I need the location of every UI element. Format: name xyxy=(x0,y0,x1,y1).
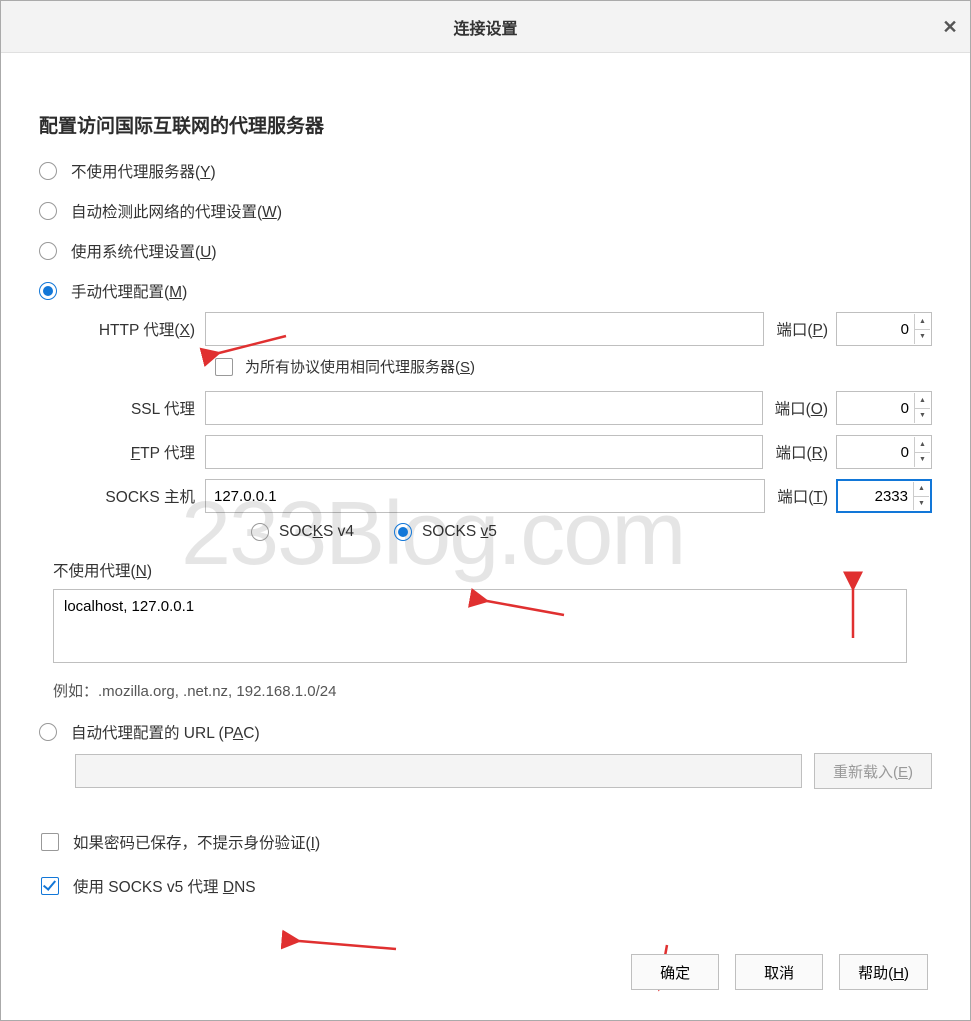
help-button[interactable]: 帮助(H) xyxy=(839,954,928,990)
connection-settings-dialog: 连接设置 ✕ 233Blog.com 配置访问国际互联网的代理服务器 不使用代理… xyxy=(0,0,971,1021)
radio-icon[interactable] xyxy=(39,723,57,741)
socks-version-row: SOCKS v4 SOCKS v5 xyxy=(251,523,932,541)
dialog-buttons: 确定 取消 帮助(H) xyxy=(631,954,928,990)
pac-url-row: 重新载入(E) xyxy=(75,753,932,789)
ftp-port-label: 端口(R) xyxy=(775,441,828,463)
http-proxy-label: HTTP 代理(X) xyxy=(75,318,205,340)
http-proxy-input[interactable] xyxy=(205,312,764,346)
ssl-port-label: 端口(O) xyxy=(775,397,828,419)
http-port-label: 端口(P) xyxy=(776,318,828,340)
radio-icon[interactable] xyxy=(251,523,269,541)
manual-fields: HTTP 代理(X) 端口(P) ▲▼ 为所有协议使用相同代理服务器(S) SS xyxy=(75,312,932,541)
proxy-autodetect-label: 自动检测此网络的代理设置(W) xyxy=(71,200,282,222)
socks-dns-label: 使用 SOCKS v5 代理 DNS xyxy=(73,875,256,897)
socks-dns-row[interactable]: 使用 SOCKS v5 代理 DNS xyxy=(41,875,932,897)
ssl-proxy-input[interactable] xyxy=(205,391,763,425)
proxy-pac-label: 自动代理配置的 URL (PAC) xyxy=(71,721,260,743)
ssl-proxy-row: SSL 代理 端口(O) ▲▼ xyxy=(75,391,932,425)
proxy-none-row[interactable]: 不使用代理服务器(Y) xyxy=(39,160,932,182)
reload-button[interactable]: 重新载入(E) xyxy=(814,753,932,789)
same-proxy-row[interactable]: 为所有协议使用相同代理服务器(S) xyxy=(215,356,932,377)
titlebar: 连接设置 ✕ xyxy=(1,1,970,53)
checkbox-icon[interactable] xyxy=(215,358,233,376)
noproxy-textarea[interactable] xyxy=(53,589,907,663)
spinner-icon[interactable]: ▲▼ xyxy=(914,393,930,423)
socks-host-input[interactable] xyxy=(205,479,765,513)
dialog-content: 233Blog.com 配置访问国际互联网的代理服务器 不使用代理服务器(Y) … xyxy=(1,53,970,939)
pac-url-input[interactable] xyxy=(75,754,802,788)
ftp-port-spinner[interactable]: ▲▼ xyxy=(836,435,932,469)
socks-proxy-row: SOCKS 主机 端口(T) ▲▼ xyxy=(75,479,932,513)
checkbox-icon[interactable] xyxy=(41,877,59,895)
radio-icon[interactable] xyxy=(39,202,57,220)
socks-v5-option[interactable]: SOCKS v5 xyxy=(394,523,497,541)
noproxy-example: 例如：.mozilla.org, .net.nz, 192.168.1.0/24 xyxy=(53,680,932,701)
cancel-button[interactable]: 取消 xyxy=(735,954,823,990)
radio-icon[interactable] xyxy=(39,162,57,180)
http-proxy-row: HTTP 代理(X) 端口(P) ▲▼ xyxy=(75,312,932,346)
socks-v4-option[interactable]: SOCKS v4 xyxy=(251,523,354,541)
no-prompt-label: 如果密码已保存，不提示身份验证(I) xyxy=(73,831,320,853)
radio-icon[interactable] xyxy=(39,242,57,260)
checkbox-icon[interactable] xyxy=(41,833,59,851)
ftp-proxy-row: FTP 代理 端口(R) ▲▼ xyxy=(75,435,932,469)
dialog-title: 连接设置 xyxy=(453,15,517,39)
ssl-proxy-label: SSL 代理 xyxy=(75,397,205,419)
socks-proxy-label: SOCKS 主机 xyxy=(75,485,205,507)
ftp-proxy-label: FTP 代理 xyxy=(75,441,205,463)
same-proxy-label: 为所有协议使用相同代理服务器(S) xyxy=(245,356,475,377)
proxy-manual-row[interactable]: 手动代理配置(M) xyxy=(39,280,932,302)
radio-icon[interactable] xyxy=(39,282,57,300)
proxy-manual-label: 手动代理配置(M) xyxy=(71,280,187,302)
proxy-system-row[interactable]: 使用系统代理设置(U) xyxy=(39,240,932,262)
no-prompt-row[interactable]: 如果密码已保存，不提示身份验证(I) xyxy=(41,831,932,853)
noproxy-label: 不使用代理(N) xyxy=(53,559,932,581)
close-icon[interactable]: ✕ xyxy=(930,1,970,53)
radio-icon[interactable] xyxy=(394,523,412,541)
socks-port-spinner[interactable]: ▲▼ xyxy=(836,479,932,513)
proxy-autodetect-row[interactable]: 自动检测此网络的代理设置(W) xyxy=(39,200,932,222)
proxy-system-label: 使用系统代理设置(U) xyxy=(71,240,217,262)
proxy-pac-row[interactable]: 自动代理配置的 URL (PAC) xyxy=(39,721,932,743)
spinner-icon[interactable]: ▲▼ xyxy=(914,314,930,344)
annotation-arrow-icon xyxy=(291,931,401,964)
http-port-spinner[interactable]: ▲▼ xyxy=(836,312,932,346)
spinner-icon[interactable]: ▲▼ xyxy=(914,437,930,467)
heading: 配置访问国际互联网的代理服务器 xyxy=(39,111,932,138)
socks-port-label: 端口(T) xyxy=(777,485,828,507)
extra-options: 如果密码已保存，不提示身份验证(I) 使用 SOCKS v5 代理 DNS xyxy=(41,831,932,897)
proxy-none-label: 不使用代理服务器(Y) xyxy=(71,160,216,182)
ok-button[interactable]: 确定 xyxy=(631,954,719,990)
ssl-port-spinner[interactable]: ▲▼ xyxy=(836,391,932,425)
spinner-icon[interactable]: ▲▼ xyxy=(913,482,929,510)
ftp-proxy-input[interactable] xyxy=(205,435,763,469)
